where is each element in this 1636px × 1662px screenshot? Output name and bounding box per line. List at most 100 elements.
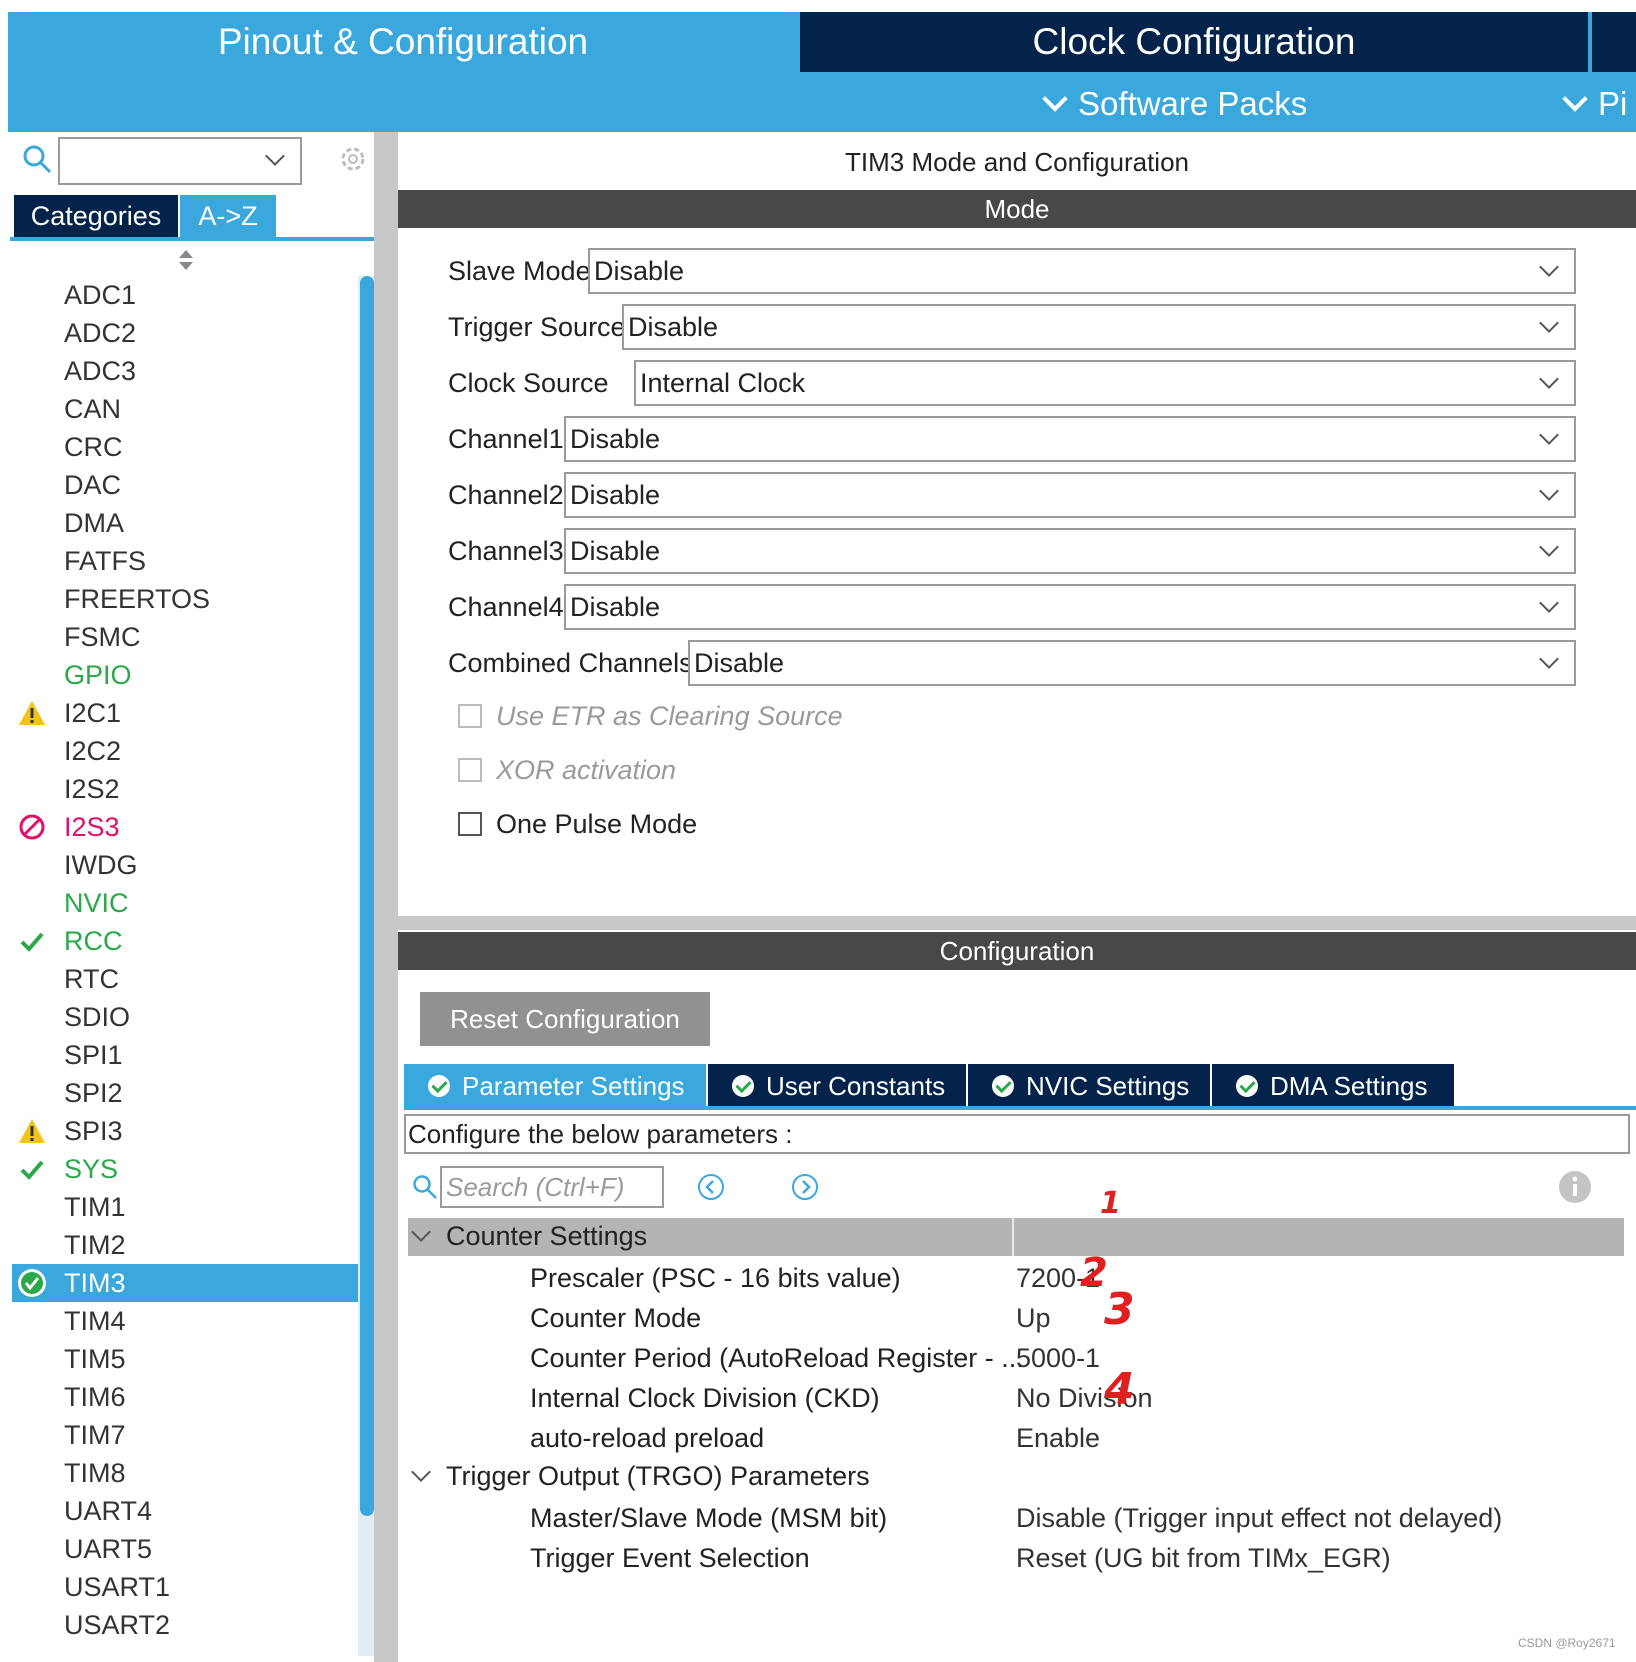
tab-user-constants[interactable]: User Constants xyxy=(708,1064,966,1108)
mode-field-select[interactable]: Disable xyxy=(622,304,1576,350)
peripheral-item-adc1[interactable]: ADC1 xyxy=(12,276,358,314)
peripheral-item-spi2[interactable]: SPI2 xyxy=(12,1074,358,1112)
peripheral-item-can[interactable]: CAN xyxy=(12,390,358,428)
tree-group[interactable]: Trigger Output (TRGO) Parameters xyxy=(411,1456,870,1496)
peripheral-item-dma[interactable]: DMA xyxy=(12,504,358,542)
reset-configuration-button[interactable]: Reset Configuration xyxy=(420,992,710,1046)
search-icon[interactable] xyxy=(412,1174,438,1200)
peripheral-item-tim6[interactable]: TIM6 xyxy=(12,1378,358,1416)
peripheral-item-adc2[interactable]: ADC2 xyxy=(12,314,358,352)
mode-field-select[interactable]: Disable xyxy=(564,528,1576,574)
peripheral-item-usart1[interactable]: USART1 xyxy=(12,1568,358,1606)
tree-group[interactable]: Counter Settings xyxy=(411,1216,647,1256)
pinout-menu[interactable]: Pi xyxy=(1562,80,1627,128)
next-match-icon[interactable] xyxy=(790,1172,820,1202)
peripheral-item-dac[interactable]: DAC xyxy=(12,466,358,504)
peripheral-item-freertos[interactable]: FREERTOS xyxy=(12,580,358,618)
info-icon[interactable] xyxy=(1558,1170,1592,1204)
peripheral-item-spi3[interactable]: SPI3 xyxy=(12,1112,358,1150)
tab-nvic-settings[interactable]: NVIC Settings xyxy=(968,1064,1210,1108)
peripheral-item-sys[interactable]: SYS xyxy=(12,1150,358,1188)
peripheral-label: UART4 xyxy=(64,1495,153,1526)
tab-a-to-z[interactable]: A->Z xyxy=(180,195,276,237)
mode-field-select[interactable]: Disable xyxy=(564,416,1576,462)
section-divider[interactable] xyxy=(398,916,1636,930)
select-value: Disable xyxy=(628,311,719,342)
previous-match-icon[interactable] xyxy=(696,1172,726,1202)
peripheral-label: TIM1 xyxy=(64,1191,126,1222)
mode-field-select[interactable]: Internal Clock xyxy=(634,360,1576,406)
peripheral-item-uart4[interactable]: UART4 xyxy=(12,1492,358,1530)
peripheral-item-tim4[interactable]: TIM4 xyxy=(12,1302,358,1340)
tab-dma-settings[interactable]: DMA Settings xyxy=(1212,1064,1454,1108)
tab-pinout-configuration[interactable]: Pinout & Configuration xyxy=(8,12,798,72)
peripheral-item-tim2[interactable]: TIM2 xyxy=(12,1226,358,1264)
peripheral-item-nvic[interactable]: NVIC xyxy=(12,884,358,922)
parameter-name: Prescaler (PSC - 16 bits value) xyxy=(530,1262,901,1293)
sort-icon[interactable] xyxy=(176,248,196,272)
peripheral-item-fatfs[interactable]: FATFS xyxy=(12,542,358,580)
mode-field-select[interactable]: Disable xyxy=(688,640,1576,686)
empty-icon-slot xyxy=(12,1454,52,1492)
search-icon[interactable] xyxy=(22,144,52,174)
peripheral-item-tim3[interactable]: TIM3 xyxy=(12,1264,358,1302)
peripheral-item-spi1[interactable]: SPI1 xyxy=(12,1036,358,1074)
peripheral-item-tim8[interactable]: TIM8 xyxy=(12,1454,358,1492)
peripheral-item-adc3[interactable]: ADC3 xyxy=(12,352,358,390)
parameter-search-input[interactable]: Search (Ctrl+F) xyxy=(440,1166,664,1208)
peripheral-label: ADC2 xyxy=(64,317,137,348)
peripheral-item-gpio[interactable]: GPIO xyxy=(12,656,358,694)
peripheral-label: I2C1 xyxy=(64,697,122,728)
search-combobox[interactable] xyxy=(58,137,302,185)
checkbox-row[interactable]: One Pulse Mode xyxy=(458,804,697,844)
chevron-down-icon[interactable] xyxy=(411,1462,431,1482)
chevron-down-icon xyxy=(1539,649,1559,669)
empty-icon-slot xyxy=(12,1074,52,1112)
peripheral-item-tim5[interactable]: TIM5 xyxy=(12,1340,358,1378)
tab-underline xyxy=(10,237,380,241)
peripheral-item-rcc[interactable]: RCC xyxy=(12,922,358,960)
selected-check-icon xyxy=(12,1264,52,1302)
parameter-value[interactable]: Reset (UG bit from TIMx_EGR) xyxy=(1016,1538,1391,1578)
panel-divider[interactable] xyxy=(374,132,398,1662)
tab-parameter-settings[interactable]: Parameter Settings xyxy=(404,1064,706,1108)
peripheral-item-iwdg[interactable]: IWDG xyxy=(12,846,358,884)
mode-field-select[interactable]: Disable xyxy=(564,584,1576,630)
parameter-value[interactable]: Enable xyxy=(1016,1418,1100,1458)
peripheral-item-sdio[interactable]: SDIO xyxy=(12,998,358,1036)
tab-clock-configuration[interactable]: Clock Configuration xyxy=(800,12,1588,72)
software-packs-menu[interactable]: Software Packs xyxy=(1042,80,1307,128)
peripheral-item-i2c2[interactable]: I2C2 xyxy=(12,732,358,770)
scrollbar-thumb[interactable] xyxy=(360,276,374,1516)
gear-icon[interactable] xyxy=(336,142,370,176)
chevron-down-icon xyxy=(1539,257,1559,277)
tab-categories[interactable]: Categories xyxy=(14,195,178,237)
tab-label: User Constants xyxy=(766,1070,946,1101)
peripheral-item-tim7[interactable]: TIM7 xyxy=(12,1416,358,1454)
empty-icon-slot xyxy=(12,580,52,618)
parameter-value[interactable]: Disable (Trigger input effect not delaye… xyxy=(1016,1498,1502,1538)
check-icon xyxy=(12,922,52,960)
peripheral-item-fsmc[interactable]: FSMC xyxy=(12,618,358,656)
peripheral-item-tim1[interactable]: TIM1 xyxy=(12,1188,358,1226)
mode-field-select[interactable]: Disable xyxy=(564,472,1576,518)
peripheral-item-i2c1[interactable]: I2C1 xyxy=(12,694,358,732)
empty-icon-slot xyxy=(12,1378,52,1416)
peripheral-item-i2s2[interactable]: I2S2 xyxy=(12,770,358,808)
peripheral-item-usart2[interactable]: USART2 xyxy=(12,1606,358,1644)
parameter-value[interactable]: 5000-1 xyxy=(1016,1338,1100,1378)
peripheral-item-crc[interactable]: CRC xyxy=(12,428,358,466)
tab-next[interactable] xyxy=(1592,12,1636,72)
peripheral-label: SPI2 xyxy=(64,1077,123,1108)
mode-field-select[interactable]: Disable xyxy=(588,248,1576,294)
parameter-value[interactable]: Up xyxy=(1016,1298,1051,1338)
peripheral-item-i2s3[interactable]: I2S3 xyxy=(12,808,358,846)
peripheral-item-rtc[interactable]: RTC xyxy=(12,960,358,998)
peripheral-item-uart5[interactable]: UART5 xyxy=(12,1530,358,1568)
chevron-down-icon[interactable] xyxy=(411,1222,431,1242)
checkbox[interactable] xyxy=(458,812,482,836)
tab-label: DMA Settings xyxy=(1270,1070,1428,1101)
select-value: Disable xyxy=(570,423,661,454)
peripheral-label: I2C2 xyxy=(64,735,122,766)
peripheral-label: FSMC xyxy=(64,621,141,652)
